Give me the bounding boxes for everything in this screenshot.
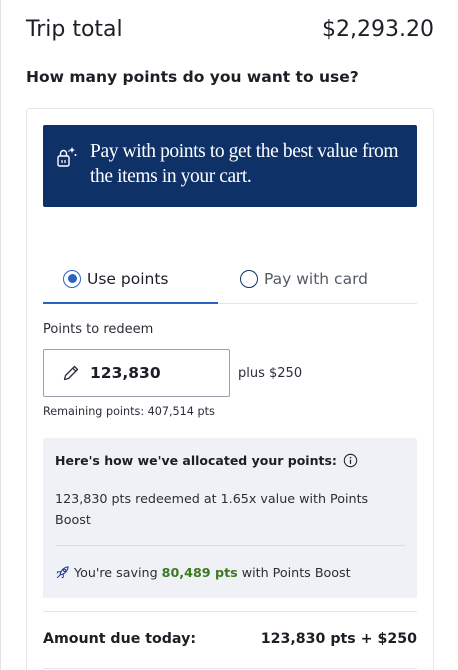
radio-selected-icon[interactable]	[63, 269, 81, 288]
saving-prefix: You're saving	[74, 565, 158, 580]
pencil-icon	[63, 365, 79, 381]
allocation-heading-text: Here's how we've allocated your points:	[55, 453, 337, 468]
trip-total-label: Trip total	[26, 17, 123, 42]
payment-tabs: Use points Pay with card	[43, 254, 417, 304]
points-to-redeem-label: Points to redeem	[43, 322, 154, 337]
allocation-divider	[55, 545, 405, 546]
trip-total-amount: $2,293.20	[322, 17, 434, 42]
points-input-value: 123,830	[90, 364, 161, 382]
amount-due-row: Amount due today: 123,830 pts + $250	[43, 631, 417, 647]
saving-points: 80,489 pts	[161, 565, 238, 580]
sparkle-bag-icon	[57, 147, 77, 167]
allocation-heading: Here's how we've allocated your points:	[55, 453, 358, 468]
left-border	[0, 0, 1, 670]
active-tab-indicator	[43, 302, 218, 304]
due-divider-top	[43, 611, 417, 612]
promo-text: Pay with points to get the best value fr…	[90, 141, 399, 187]
promo-banner: Pay with points to get the best value fr…	[43, 125, 417, 207]
amount-due-label: Amount due today:	[43, 631, 196, 647]
radio-unselected-icon[interactable]	[240, 269, 258, 288]
tab-pay-with-card-label: Pay with card	[264, 269, 369, 288]
rocket-icon	[56, 566, 69, 579]
points-card: Pay with points to get the best value fr…	[26, 108, 434, 670]
allocation-detail: 123,830 pts redeemed at 1.65x value with…	[55, 491, 369, 527]
points-question: How many points do you want to use?	[26, 68, 359, 86]
saving-line: You're saving 80,489 pts with Points Boo…	[55, 565, 351, 580]
info-icon[interactable]	[343, 453, 358, 468]
amount-due-value: 123,830 pts + $250	[260, 631, 417, 647]
trip-total-row: Trip total $2,293.20	[26, 17, 434, 42]
tab-use-points[interactable]: Use points	[43, 254, 218, 303]
plus-cash-text: plus $250	[238, 366, 303, 381]
remaining-points: Remaining points: 407,514 pts	[43, 405, 215, 418]
saving-suffix: with Points Boost	[241, 565, 351, 580]
due-divider-bottom	[43, 668, 417, 669]
checkout-points-panel: Trip total $2,293.20 How many points do …	[0, 0, 458, 670]
tab-use-points-label: Use points	[87, 269, 169, 288]
tab-pay-with-card[interactable]: Pay with card	[240, 254, 410, 303]
allocation-panel: Here's how we've allocated your points: …	[43, 438, 417, 598]
points-input[interactable]: 123,830	[43, 349, 230, 397]
